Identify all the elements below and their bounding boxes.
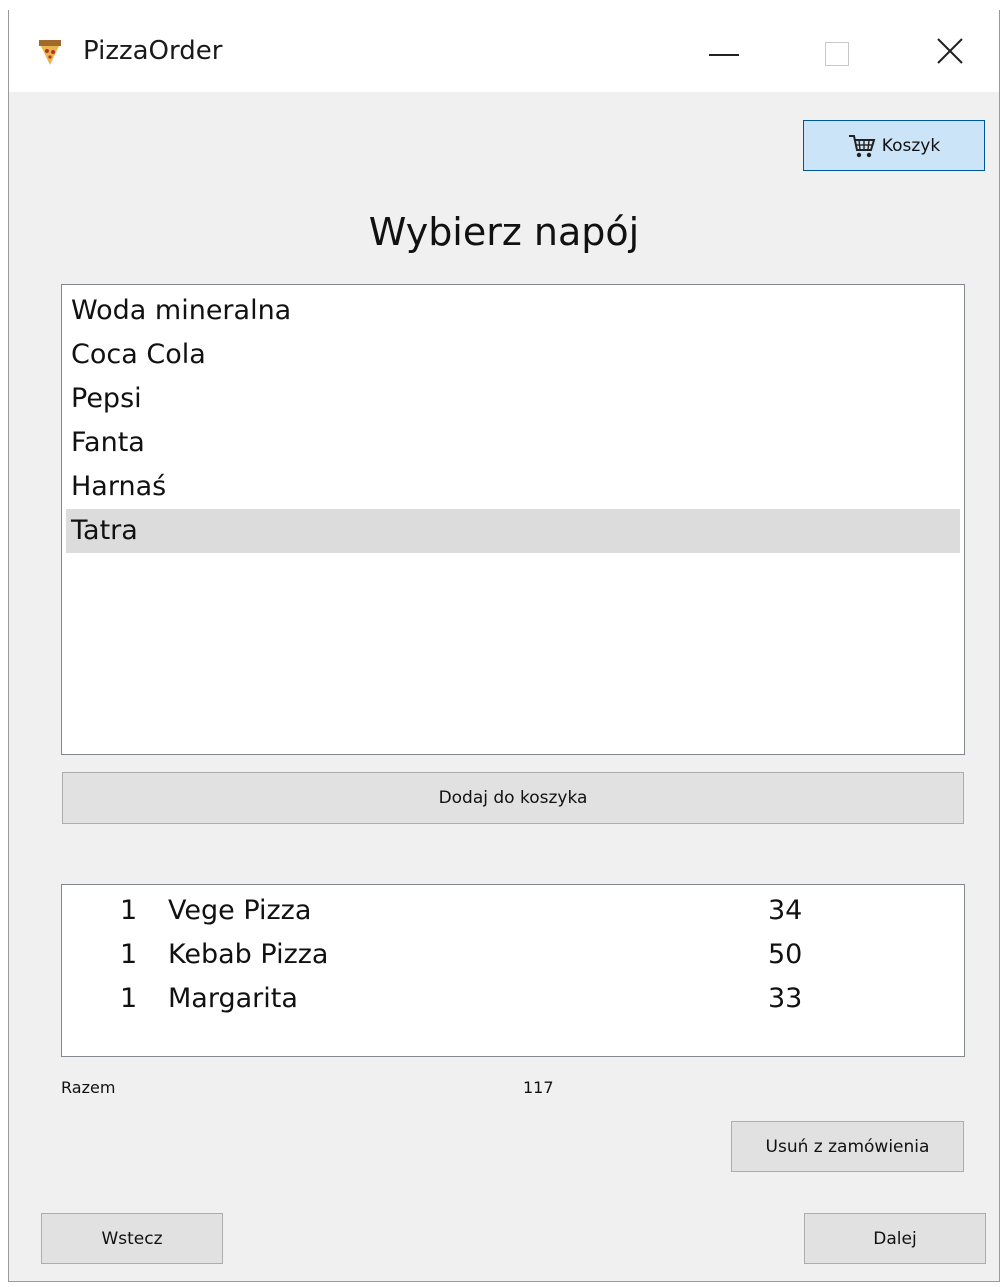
cart-button[interactable]: Koszyk <box>803 120 985 171</box>
close-button[interactable] <box>905 10 1005 92</box>
total-value: 117 <box>523 1078 554 1097</box>
add-to-cart-button[interactable]: Dodaj do koszyka <box>62 772 964 824</box>
order-price: 33 <box>768 983 803 1014</box>
pizza-app-icon <box>39 40 61 65</box>
maximize-button[interactable] <box>799 10 899 92</box>
shopping-cart-icon <box>848 134 876 157</box>
order-listbox[interactable]: 1 Vege Pizza 34 1 Kebab Pizza 50 1 Marga… <box>61 884 965 1057</box>
order-qty: 1 <box>120 939 138 970</box>
drink-item[interactable]: Pepsi <box>66 377 960 421</box>
window-title: PizzaOrder <box>83 36 223 66</box>
back-button[interactable]: Wstecz <box>41 1213 223 1264</box>
order-qty: 1 <box>120 895 138 926</box>
minimize-button[interactable] <box>681 10 781 92</box>
order-row[interactable]: 1 Vege Pizza 34 <box>62 889 964 933</box>
remove-from-order-button[interactable]: Usuń z zamówienia <box>731 1121 964 1172</box>
order-item-name: Kebab Pizza <box>168 939 329 970</box>
maximize-icon <box>825 42 849 66</box>
next-button[interactable]: Dalej <box>804 1213 986 1264</box>
order-item-name: Vege Pizza <box>168 895 312 926</box>
drink-item[interactable]: Harnaś <box>66 465 960 509</box>
order-price: 50 <box>768 939 803 970</box>
order-qty: 1 <box>120 983 138 1014</box>
order-row[interactable]: 1 Kebab Pizza 50 <box>62 933 964 977</box>
order-item-name: Margarita <box>168 983 298 1014</box>
page-heading: Wybierz napój <box>368 210 640 254</box>
minimize-icon <box>709 54 739 56</box>
drink-item[interactable]: Fanta <box>66 421 960 465</box>
close-icon <box>937 38 963 64</box>
order-row[interactable]: 1 Margarita 33 <box>62 977 964 1021</box>
drink-item[interactable]: Coca Cola <box>66 333 960 377</box>
total-label: Razem <box>61 1078 116 1097</box>
drink-item[interactable]: Woda mineralna <box>66 289 960 333</box>
app-window: PizzaOrder Koszyk Wybierz napój Woda min <box>8 10 1000 1282</box>
drink-item-selected[interactable]: Tatra <box>66 509 960 553</box>
cart-button-label: Koszyk <box>881 135 941 156</box>
drinks-listbox[interactable]: Woda mineralna Coca Cola Pepsi Fanta Har… <box>61 284 965 755</box>
title-bar[interactable]: PizzaOrder <box>9 10 999 92</box>
order-price: 34 <box>768 895 803 926</box>
